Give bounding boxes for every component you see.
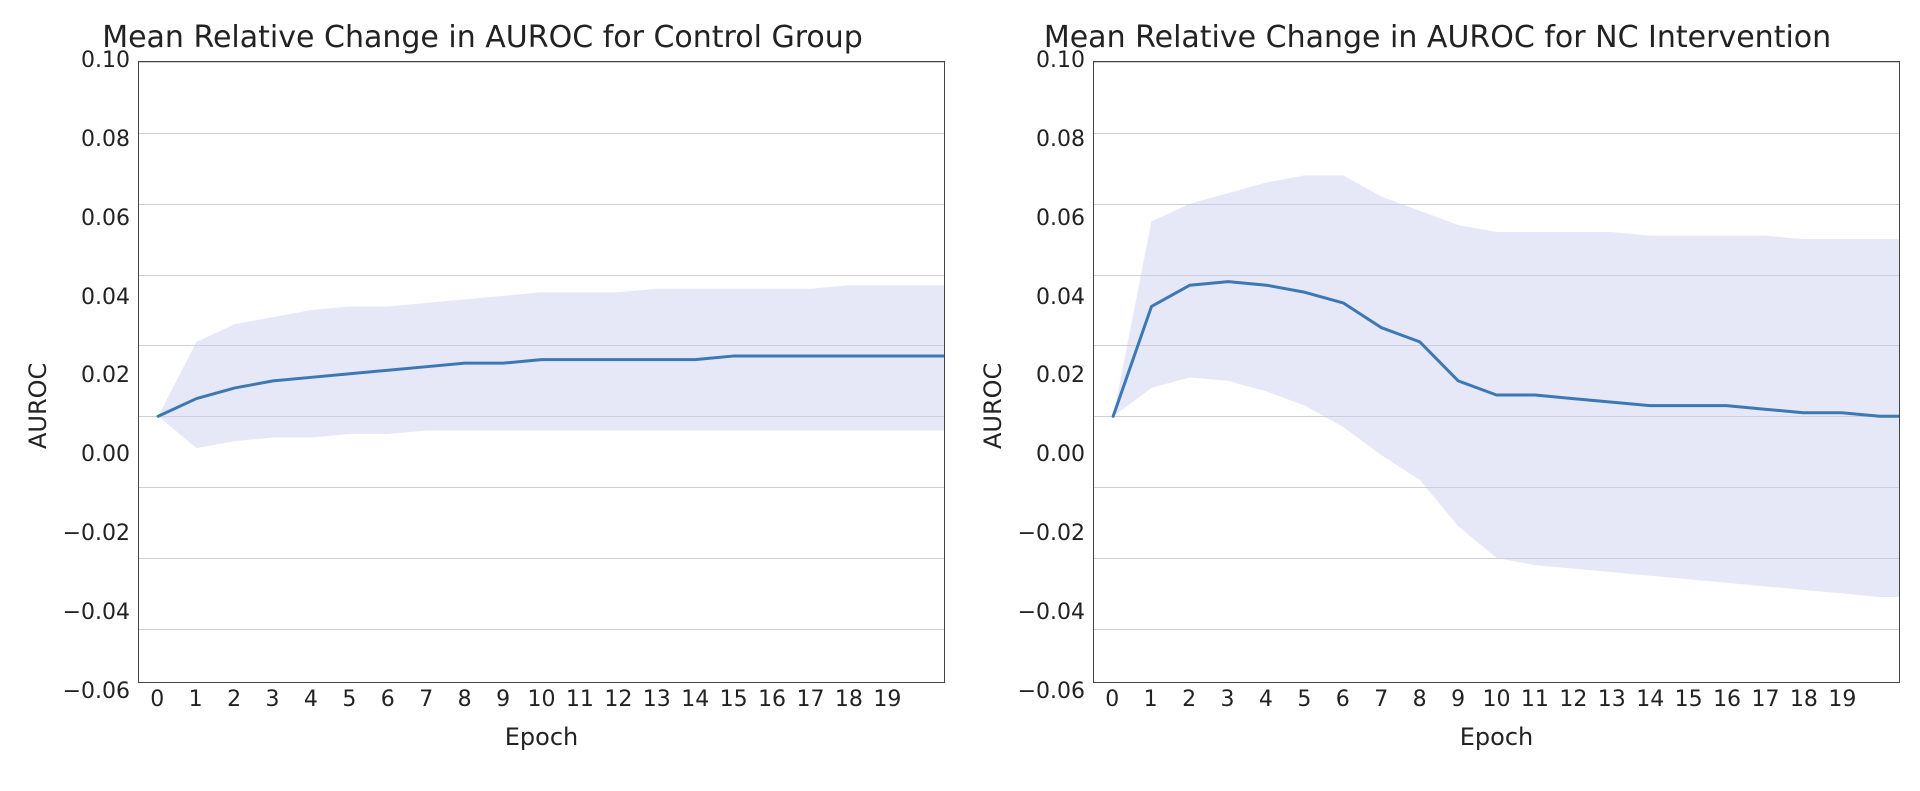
x-tick-label: 18 — [835, 689, 863, 711]
figure: Mean Relative Change in AUROC for Contro… — [0, 0, 1920, 791]
y-tick-label: −0.02 — [1018, 523, 1085, 545]
x-tick-label: 3 — [265, 689, 279, 711]
x-tick-label: 16 — [758, 689, 786, 711]
x-tick-label: 6 — [381, 689, 395, 711]
chart-svg — [1094, 62, 1899, 682]
x-tick-label: 17 — [1752, 689, 1780, 711]
x-tick-label: 16 — [1713, 689, 1741, 711]
y-tick-label: 0.02 — [81, 365, 130, 387]
x-tick-label: 6 — [1336, 689, 1350, 711]
y-axis: −0.06−0.04−0.020.000.020.040.060.080.10 — [1015, 61, 1093, 751]
chart-svg — [139, 62, 944, 682]
plot-column: 012345678910111213141516171819 Epoch — [138, 61, 945, 751]
x-tick-label: 11 — [566, 689, 594, 711]
y-tick-label: −0.06 — [1018, 681, 1085, 703]
x-tick-label: 11 — [1521, 689, 1549, 711]
x-axis: 012345678910111213141516171819 — [138, 683, 945, 717]
y-tick-label: 0.04 — [81, 287, 130, 309]
y-tick-label: 0.10 — [1036, 50, 1085, 72]
x-tick-label: 1 — [1144, 689, 1158, 711]
x-tick-label: 1 — [189, 689, 203, 711]
x-tick-label: 17 — [797, 689, 825, 711]
x-tick-label: 0 — [1105, 689, 1119, 711]
plot-column: 012345678910111213141516171819 Epoch — [1093, 61, 1900, 751]
y-tick-label: 0.08 — [81, 129, 130, 151]
x-tick-label: 10 — [1483, 689, 1511, 711]
y-axis-label: AUROC — [975, 61, 1015, 751]
x-tick-label: 7 — [1374, 689, 1388, 711]
x-tick-label: 14 — [1636, 689, 1664, 711]
x-tick-label: 19 — [873, 689, 901, 711]
x-axis-label: Epoch — [138, 723, 945, 751]
y-tick-label: 0.02 — [1036, 365, 1085, 387]
plot-area — [138, 61, 945, 683]
confidence-band — [158, 285, 944, 448]
y-tick-label: 0.00 — [81, 444, 130, 466]
x-tick-label: 19 — [1828, 689, 1856, 711]
x-tick-label: 15 — [720, 689, 748, 711]
chart-title: Mean Relative Change in AUROC for NC Int… — [975, 20, 1900, 55]
x-axis-label: Epoch — [1093, 723, 1900, 751]
x-axis: 012345678910111213141516171819 — [1093, 683, 1900, 717]
x-tick-label: 8 — [1413, 689, 1427, 711]
x-tick-label: 2 — [1182, 689, 1196, 711]
x-tick-label: 4 — [1259, 689, 1273, 711]
x-tick-label: 2 — [227, 689, 241, 711]
x-tick-label: 3 — [1220, 689, 1234, 711]
y-tick-label: 0.04 — [1036, 287, 1085, 309]
x-tick-label: 13 — [1598, 689, 1626, 711]
x-tick-label: 15 — [1675, 689, 1703, 711]
chart-title: Mean Relative Change in AUROC for Contro… — [20, 20, 945, 55]
x-tick-label: 0 — [150, 689, 164, 711]
x-tick-label: 18 — [1790, 689, 1818, 711]
confidence-band — [1113, 175, 1899, 597]
y-tick-label: 0.06 — [81, 208, 130, 230]
plot-wrap: AUROC −0.06 −0.04 −0.02 0.00 0.02 0.04 0.06 0.0… — [20, 61, 945, 751]
x-tick-label: 8 — [458, 689, 472, 711]
x-tick-label: 7 — [419, 689, 433, 711]
x-tick-label: 10 — [528, 689, 556, 711]
y-tick-label: 0.00 — [1036, 444, 1085, 466]
x-tick-label: 5 — [342, 689, 356, 711]
panel-control: Mean Relative Change in AUROC for Contro… — [20, 20, 945, 751]
y-tick-label: −0.04 — [63, 602, 130, 624]
y-axis: −0.06−0.04−0.020.000.020.040.060.080.10 — [60, 61, 138, 751]
x-tick-label: 5 — [1297, 689, 1311, 711]
x-tick-label: 13 — [643, 689, 671, 711]
plot-area — [1093, 61, 1900, 683]
y-tick-label: 0.08 — [1036, 129, 1085, 151]
x-tick-label: 9 — [496, 689, 510, 711]
x-tick-label: 12 — [1559, 689, 1587, 711]
y-tick-label: −0.02 — [63, 523, 130, 545]
x-tick-label: 14 — [681, 689, 709, 711]
plot-wrap: AUROC −0.06 −0.04 −0.02 0.00 0.02 0.04 0.06 0.0… — [975, 61, 1900, 751]
y-tick-label: −0.06 — [63, 681, 130, 703]
y-tick-label: −0.04 — [1018, 602, 1085, 624]
panel-nc: Mean Relative Change in AUROC for NC Int… — [975, 20, 1900, 751]
x-tick-label: 12 — [604, 689, 632, 711]
y-tick-label: 0.06 — [1036, 208, 1085, 230]
y-axis-label: AUROC — [20, 61, 60, 751]
x-tick-label: 4 — [304, 689, 318, 711]
x-tick-label: 9 — [1451, 689, 1465, 711]
y-tick-label: 0.10 — [81, 50, 130, 72]
